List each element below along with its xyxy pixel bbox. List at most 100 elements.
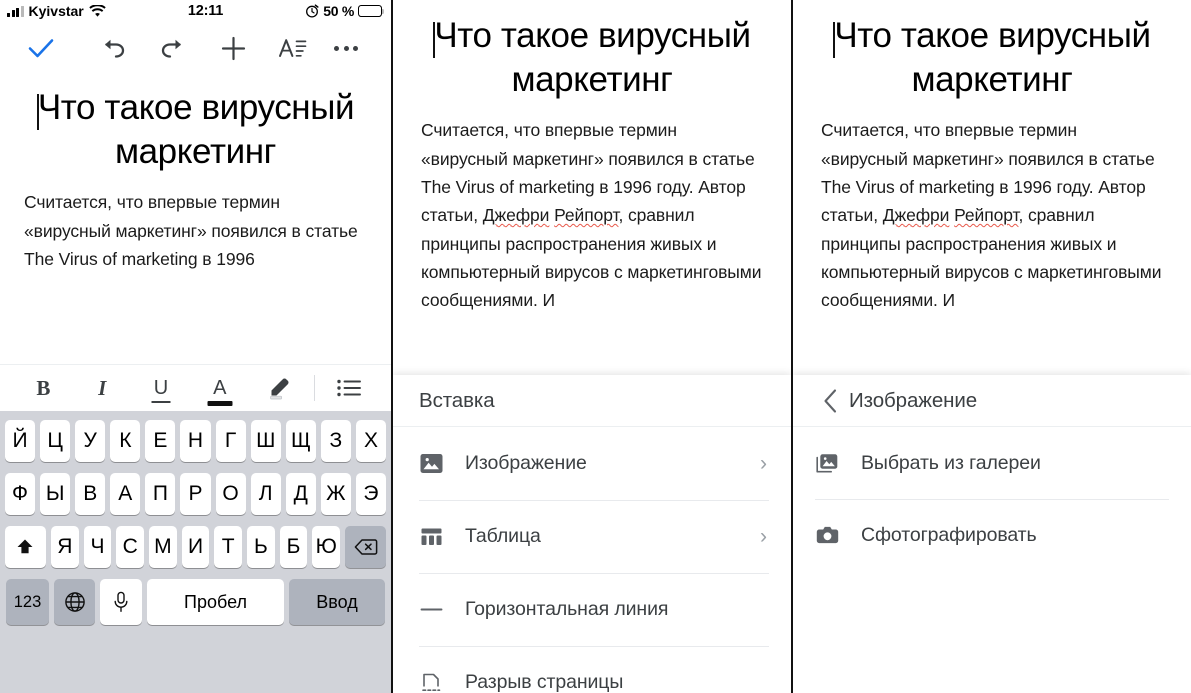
key-22[interactable]: Я bbox=[50, 526, 79, 568]
backspace-key[interactable] bbox=[345, 526, 387, 568]
menu-item-page-break-label: Разрыв страницы bbox=[465, 671, 624, 693]
clock-label: 12:11 bbox=[187, 3, 224, 19]
menu-item-table[interactable]: Таблица › bbox=[393, 500, 791, 573]
battery-icon bbox=[358, 5, 385, 17]
image-bottom-sheet: Изображение Выбрать из галереи Сфотограф… bbox=[793, 375, 1191, 693]
document-paragraph-2: Считается, что впервые термин «вирусный … bbox=[421, 116, 763, 314]
editor-toolbar bbox=[0, 22, 391, 74]
key-3[interactable]: К bbox=[110, 420, 141, 462]
add-button[interactable] bbox=[203, 28, 263, 68]
bold-button[interactable]: B bbox=[14, 366, 73, 410]
document-canvas-3[interactable]: Что такое вирусный маркетинг Считается, … bbox=[793, 0, 1191, 315]
key-8[interactable]: Щ bbox=[285, 420, 316, 462]
virtual-keyboard[interactable]: Й Ц У К Е Н Г Ш Щ З Х Ф Ы В А П Р О Л Д … bbox=[0, 411, 391, 693]
key-27[interactable]: Т bbox=[214, 526, 243, 568]
highlight-button[interactable] bbox=[249, 366, 308, 410]
underline-button[interactable]: U bbox=[132, 366, 191, 410]
status-bar-right: 50 % bbox=[305, 3, 385, 19]
key-25[interactable]: М bbox=[149, 526, 177, 568]
more-options-button[interactable] bbox=[323, 28, 369, 68]
key-9[interactable]: З bbox=[320, 420, 351, 462]
space-key[interactable]: Пробел bbox=[147, 579, 284, 625]
key-0[interactable]: Й bbox=[4, 420, 36, 462]
key-6[interactable]: Г bbox=[215, 420, 246, 462]
screenshot-root: Kyivstar 12:11 50 % Что такое вирусный м… bbox=[0, 0, 1191, 693]
screen-image-submenu: Что такое вирусный маркетинг Считается, … bbox=[793, 0, 1191, 693]
globe-key[interactable] bbox=[54, 579, 95, 625]
document-title: Что такое вирусный маркетинг bbox=[24, 74, 367, 174]
key-11[interactable]: Ф bbox=[4, 473, 36, 515]
bulleted-list-button[interactable] bbox=[321, 366, 377, 410]
key-26[interactable]: И bbox=[181, 526, 210, 568]
page-break-icon bbox=[419, 670, 465, 693]
chevron-right-icon-2: › bbox=[760, 524, 767, 548]
key-12[interactable]: Ы bbox=[40, 473, 71, 515]
done-check-button[interactable] bbox=[20, 28, 62, 68]
key-20[interactable]: Ж bbox=[320, 473, 351, 515]
menu-item-choose-from-gallery[interactable]: Выбрать из галереи bbox=[793, 427, 1191, 499]
menu-item-horizontal-line[interactable]: Горизонтальная линия bbox=[393, 573, 791, 646]
redo-button[interactable] bbox=[143, 28, 203, 68]
more-icon bbox=[334, 45, 358, 51]
underline-glyph: U bbox=[153, 376, 169, 399]
keyboard-row-2: Ф Ы В А П Р О Л Д Ж Э bbox=[3, 473, 388, 515]
shift-key[interactable] bbox=[4, 526, 46, 568]
key-21[interactable]: Э bbox=[355, 473, 387, 515]
key-23[interactable]: Ч bbox=[83, 526, 112, 568]
image-menu-list: Выбрать из галереи Сфотографировать bbox=[793, 427, 1191, 571]
numbers-key[interactable]: 123 bbox=[6, 579, 49, 625]
key-13[interactable]: В bbox=[75, 473, 106, 515]
text-format-button[interactable] bbox=[263, 28, 323, 68]
key-10[interactable]: Х bbox=[355, 420, 387, 462]
key-17[interactable]: О bbox=[215, 473, 246, 515]
menu-item-image[interactable]: Изображение › bbox=[393, 427, 791, 500]
menu-item-page-break[interactable]: Разрыв страницы bbox=[393, 646, 791, 693]
insert-sheet-title: Вставка bbox=[419, 388, 495, 412]
document-title-text: Что такое вирусный маркетинг bbox=[37, 88, 355, 172]
undo-button[interactable] bbox=[83, 28, 143, 68]
document-title-text-3: Что такое вирусный маркетинг bbox=[834, 16, 1151, 100]
menu-item-gallery-label: Выбрать из галереи bbox=[861, 451, 1041, 474]
insert-menu-list: Изображение › Таблица › Горизонтальная л… bbox=[393, 427, 791, 693]
keyboard-row-3: Я Ч С М И Т Ь Б Ю bbox=[3, 526, 388, 568]
document-canvas-1[interactable]: Что такое вирусный маркетинг Считается, … bbox=[0, 74, 391, 273]
chevron-right-icon: › bbox=[760, 451, 767, 475]
text-caret-2 bbox=[433, 22, 436, 58]
alarm-icon bbox=[305, 4, 319, 18]
key-1[interactable]: Ц bbox=[40, 420, 71, 462]
key-19[interactable]: Д bbox=[285, 473, 316, 515]
key-30[interactable]: Ю bbox=[312, 526, 341, 568]
misspelled-word-3b: Рейпорт bbox=[954, 205, 1019, 226]
key-24[interactable]: С bbox=[116, 526, 144, 568]
misspelled-word-2: Рейпорт bbox=[554, 205, 619, 226]
image-sheet-title: Изображение bbox=[849, 388, 978, 412]
key-18[interactable]: Л bbox=[250, 473, 281, 515]
document-canvas-2[interactable]: Что такое вирусный маркетинг Считается, … bbox=[393, 0, 791, 315]
misspelled-word-1: Джефри bbox=[482, 205, 550, 226]
back-chevron-icon[interactable] bbox=[811, 388, 849, 414]
key-14[interactable]: А bbox=[110, 473, 141, 515]
menu-item-take-photo[interactable]: Сфотографировать bbox=[793, 499, 1191, 571]
key-2[interactable]: У bbox=[75, 420, 106, 462]
keyboard-row-1: Й Ц У К Е Н Г Ш Щ З Х bbox=[3, 420, 388, 462]
shift-arrow-icon bbox=[17, 539, 33, 554]
status-bar-left: Kyivstar bbox=[7, 3, 106, 19]
menu-item-horizontal-line-label: Горизонтальная линия bbox=[465, 598, 669, 620]
text-color-button[interactable]: A bbox=[190, 366, 249, 410]
key-5[interactable]: Н bbox=[180, 420, 211, 462]
italic-button[interactable]: I bbox=[73, 366, 132, 410]
camera-icon bbox=[815, 523, 861, 548]
key-4[interactable]: Е bbox=[145, 420, 176, 462]
screen-editor-keyboard: Kyivstar 12:11 50 % Что такое вирусный м… bbox=[0, 0, 393, 693]
key-15[interactable]: П bbox=[145, 473, 176, 515]
microphone-icon bbox=[114, 591, 128, 612]
key-29[interactable]: Б bbox=[279, 526, 308, 568]
gallery-icon bbox=[815, 451, 861, 476]
microphone-key[interactable] bbox=[100, 579, 142, 625]
key-16[interactable]: Р bbox=[180, 473, 211, 515]
battery-percent-label: 50 % bbox=[323, 3, 354, 19]
key-7[interactable]: Ш bbox=[250, 420, 281, 462]
screen-insert-menu: Что такое вирусный маркетинг Считается, … bbox=[393, 0, 793, 693]
enter-key[interactable]: Ввод bbox=[289, 579, 385, 625]
key-28[interactable]: Ь bbox=[247, 526, 275, 568]
